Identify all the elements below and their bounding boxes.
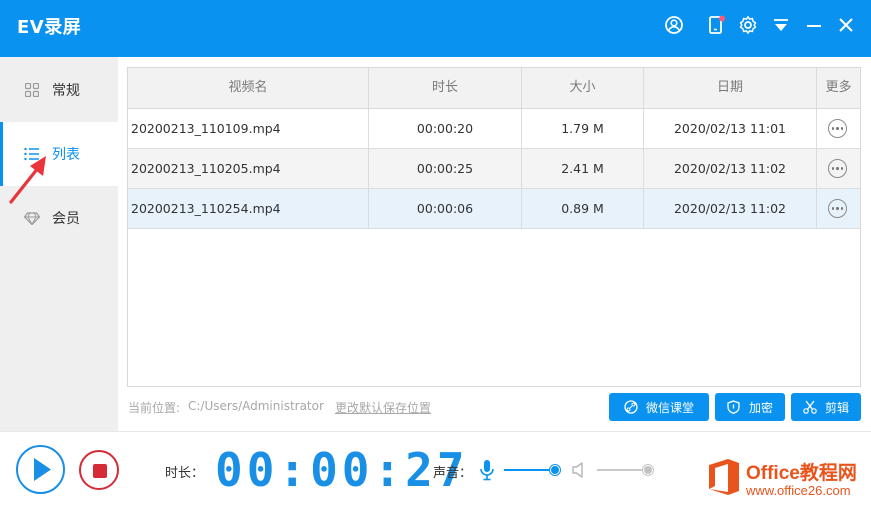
menu-icon[interactable] <box>770 14 792 36</box>
microphone-volume-slider[interactable] <box>504 464 560 476</box>
app-title: EV录屏 <box>17 17 82 38</box>
sidebar: 常规 列表 会员 <box>0 57 118 431</box>
settings-icon[interactable] <box>737 14 759 36</box>
column-header-date[interactable]: 日期 <box>644 68 817 108</box>
save-path-label: 当前位置: <box>128 401 181 415</box>
encrypt-button[interactable]: 加密 <box>715 393 785 421</box>
cell-date: 2020/02/13 11:02 <box>644 189 817 228</box>
cell-date: 2020/02/13 11:02 <box>644 149 817 188</box>
sidebar-item-general[interactable]: 常规 <box>0 58 118 122</box>
more-options-icon[interactable] <box>828 119 847 138</box>
app-window: EV录屏 常规 列表 会员 视频名 时长 大小 日期 更多 20200213_1… <box>0 0 871 506</box>
user-icon[interactable] <box>663 14 685 36</box>
cell-duration: 00:00:25 <box>369 149 522 188</box>
watermark: Office教程网 www.office26.com <box>706 455 871 506</box>
sidebar-item-label: 常规 <box>52 83 80 99</box>
speaker-icon[interactable] <box>571 461 587 479</box>
sidebar-item-label: 会员 <box>52 211 80 227</box>
table-row[interactable]: 20200213_110254.mp4 00:00:06 0.89 M 2020… <box>128 189 860 229</box>
link-icon <box>624 400 638 414</box>
cell-name: 20200213_110109.mp4 <box>128 109 369 148</box>
cell-duration: 00:00:06 <box>369 189 522 228</box>
column-header-more: 更多 <box>825 80 852 95</box>
cell-name: 20200213_110205.mp4 <box>128 149 369 188</box>
shield-icon <box>727 400 741 414</box>
cut-button[interactable]: 剪辑 <box>791 393 861 421</box>
sound-label: 声音： <box>433 466 473 481</box>
cell-size: 0.89 M <box>522 189 644 228</box>
microphone-icon[interactable] <box>479 459 495 481</box>
phone-icon[interactable] <box>705 14 727 36</box>
scissors-icon <box>803 400 817 414</box>
cell-size: 2.41 M <box>522 149 644 188</box>
watermark-url: www.office26.com <box>746 483 851 498</box>
office-logo-icon <box>709 459 739 495</box>
close-icon[interactable] <box>835 14 857 36</box>
sidebar-item-list[interactable]: 列表 <box>0 122 118 186</box>
grid-icon <box>24 82 40 98</box>
speaker-volume-slider[interactable] <box>597 464 653 476</box>
wechat-classroom-label: 微信课堂 <box>645 400 694 415</box>
watermark-brand: Office教程网 <box>746 463 857 484</box>
table-row[interactable]: 20200213_110205.mp4 00:00:25 2.41 M 2020… <box>128 149 860 189</box>
sidebar-item-label: 列表 <box>52 147 80 163</box>
video-table: 视频名 时长 大小 日期 更多 20200213_110109.mp4 00:0… <box>127 67 861 387</box>
duration-label: 时长： <box>165 466 205 481</box>
sidebar-item-member[interactable]: 会员 <box>0 186 118 250</box>
more-options-icon[interactable] <box>828 159 847 178</box>
encrypt-label: 加密 <box>748 400 773 415</box>
table-header: 视频名 时长 大小 日期 更多 <box>128 68 860 109</box>
save-path-value: C:/Users/Administrator <box>188 399 324 413</box>
cell-date: 2020/02/13 11:01 <box>644 109 817 148</box>
stop-icon <box>93 464 107 478</box>
cell-duration: 00:00:20 <box>369 109 522 148</box>
cut-label: 剪辑 <box>824 400 849 415</box>
cell-name: 20200213_110254.mp4 <box>128 189 369 228</box>
title-bar: EV录屏 <box>0 0 871 57</box>
play-button[interactable] <box>16 445 65 494</box>
diamond-icon <box>24 210 40 226</box>
stop-button[interactable] <box>79 450 119 490</box>
table-row[interactable]: 20200213_110109.mp4 00:00:20 1.79 M 2020… <box>128 109 860 149</box>
change-save-path-link[interactable]: 更改默认保存位置 <box>335 399 431 416</box>
more-options-icon[interactable] <box>828 199 847 218</box>
column-header-size[interactable]: 大小 <box>522 68 644 108</box>
play-icon <box>34 458 51 481</box>
column-header-duration[interactable]: 时长 <box>369 68 522 108</box>
list-icon <box>24 146 40 162</box>
record-timer: 00:00:27 <box>215 443 469 497</box>
cell-size: 1.79 M <box>522 109 644 148</box>
minimize-icon[interactable] <box>803 14 825 36</box>
column-header-name[interactable]: 视频名 <box>128 68 369 108</box>
wechat-classroom-button[interactable]: 微信课堂 <box>609 393 709 421</box>
